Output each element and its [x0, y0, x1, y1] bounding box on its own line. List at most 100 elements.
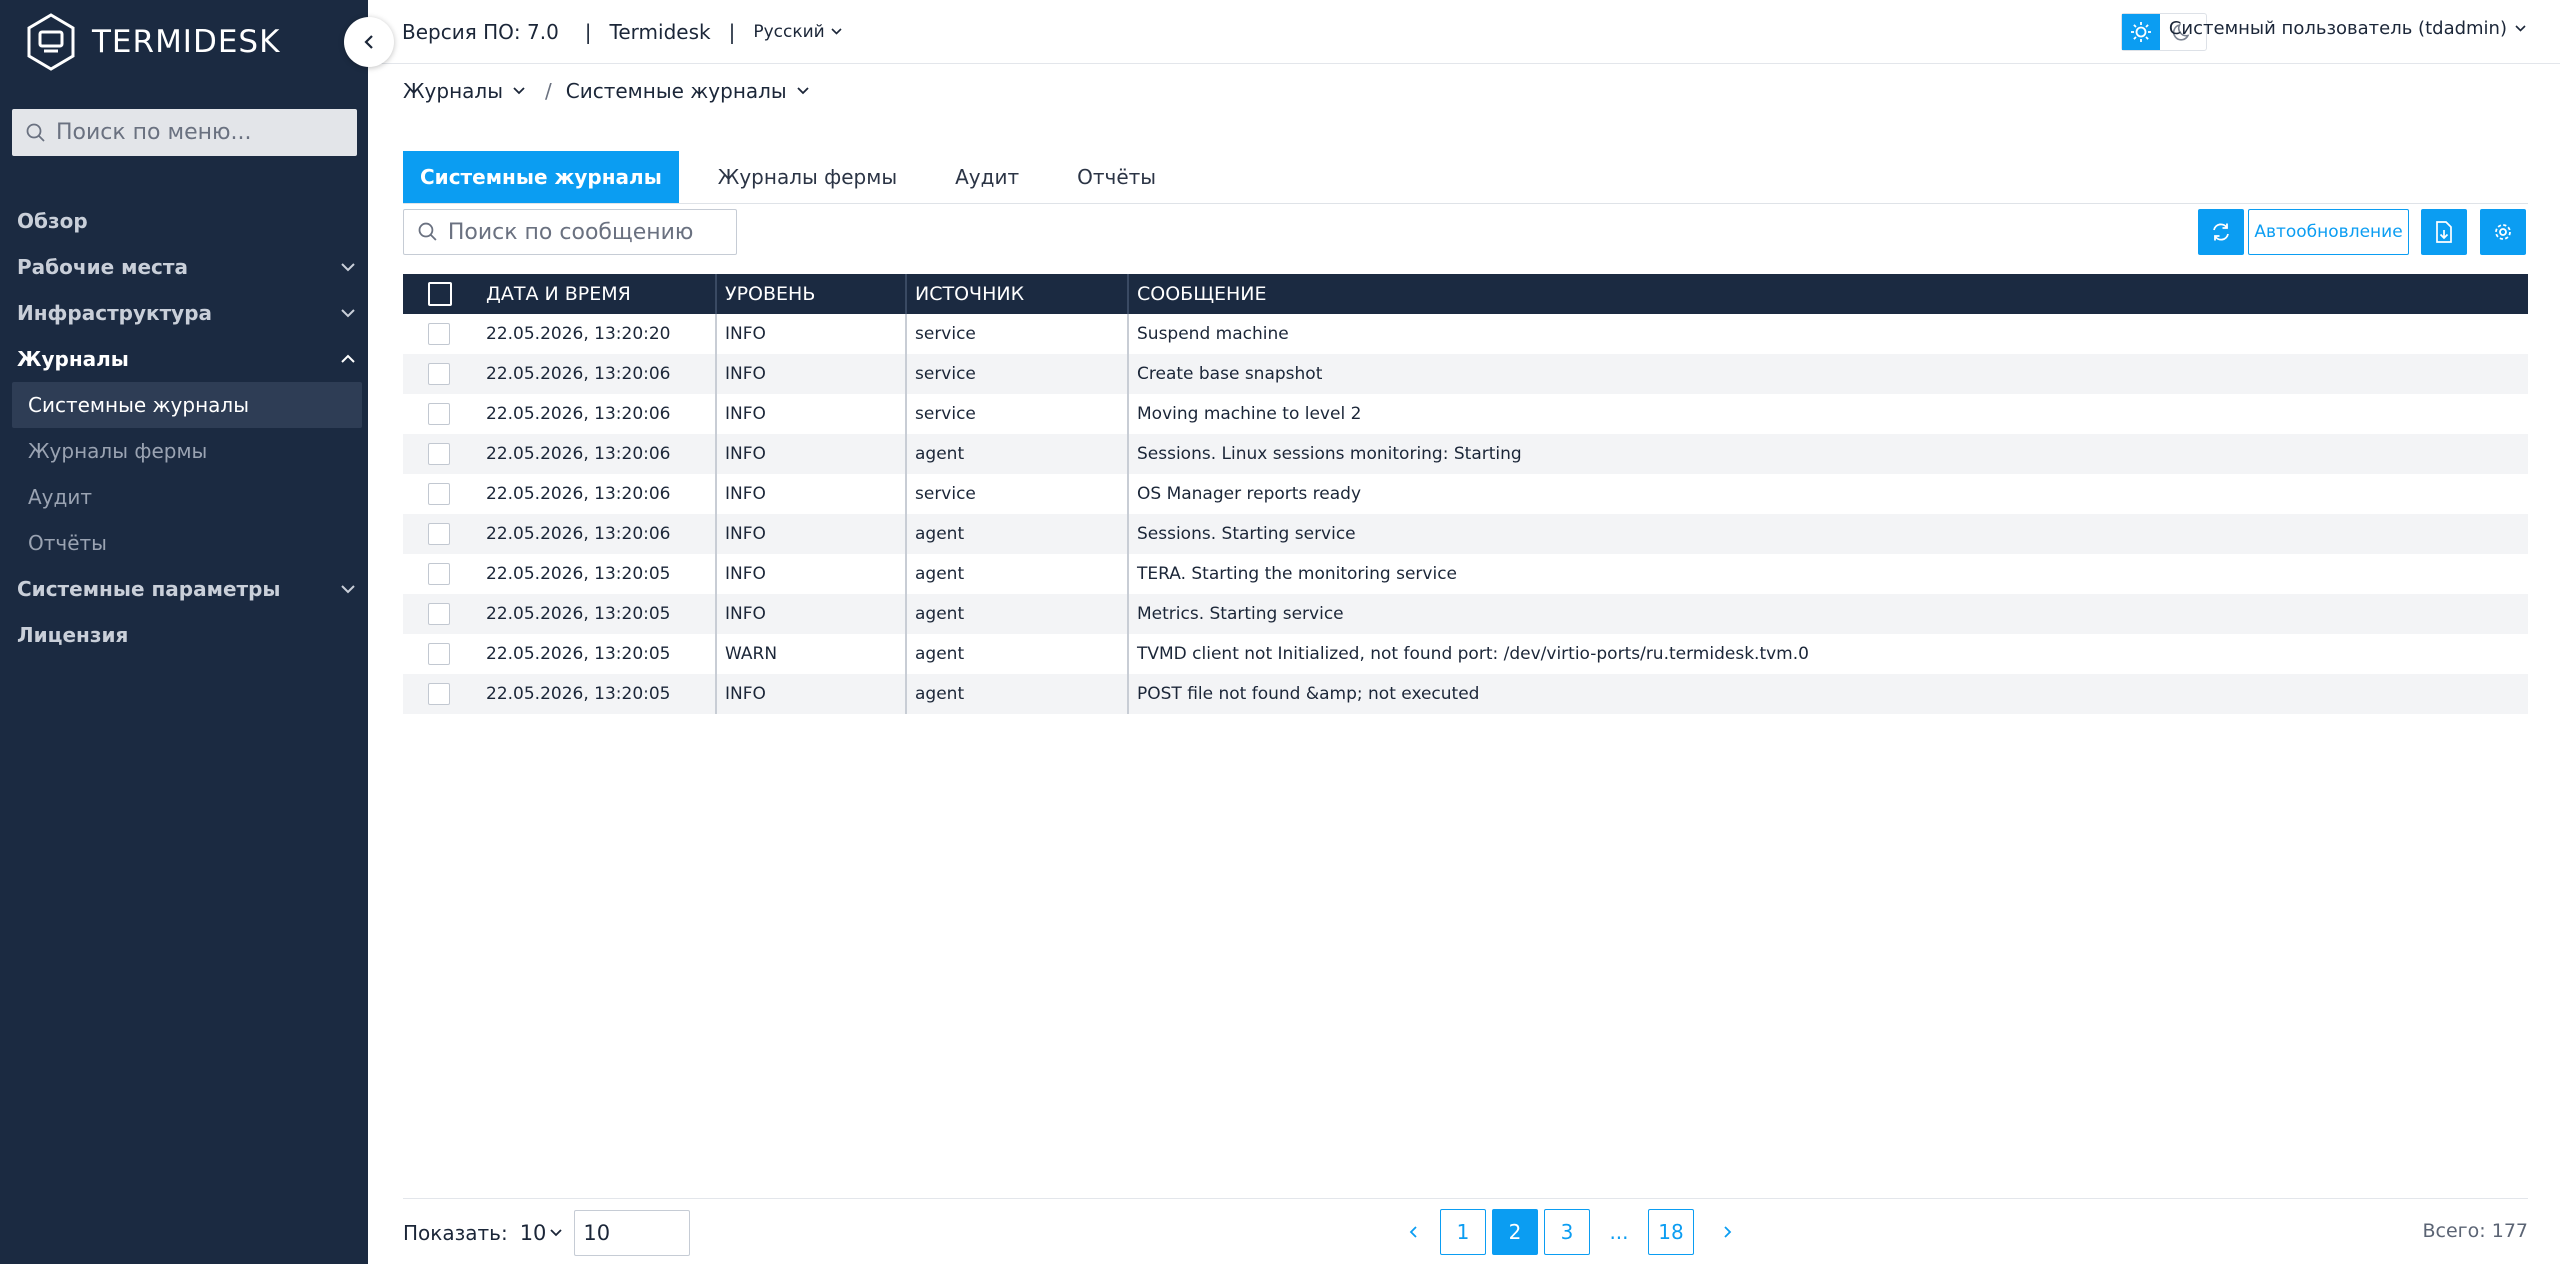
- refresh-button[interactable]: [2198, 209, 2244, 255]
- prev-page-button[interactable]: [1398, 1209, 1428, 1255]
- sidebar-item-overview[interactable]: Обзор: [0, 198, 368, 244]
- sidebar-subitem-label: Отчёты: [28, 531, 107, 555]
- chevron-down-icon: [797, 87, 809, 95]
- row-checkbox[interactable]: [428, 443, 450, 465]
- table-body: 22.05.2026, 13:20:20 INFO service Suspend m…: [403, 314, 2528, 714]
- breadcrumb-system-logs[interactable]: Системные журналы: [566, 79, 809, 103]
- breadcrumb: Журналы / Системные журналы: [403, 77, 809, 105]
- sidebar-item-logs[interactable]: Журналы: [0, 336, 368, 382]
- table-row[interactable]: 22.05.2026, 13:20:06 INFO service Moving ma…: [403, 394, 2528, 434]
- cell-message: Metrics. Starting service: [1127, 594, 2528, 634]
- sun-icon: [2131, 22, 2151, 42]
- page-button-2[interactable]: 2: [1492, 1209, 1538, 1255]
- chevron-down-icon: [550, 1229, 563, 1237]
- export-button[interactable]: [2421, 209, 2467, 255]
- cell-message: TVMD client not Initialized, not found p…: [1127, 634, 2528, 674]
- row-checkbox[interactable]: [428, 603, 450, 625]
- message-search[interactable]: [403, 209, 737, 255]
- user-menu[interactable]: Системный пользователь (tdadmin): [2169, 18, 2526, 39]
- chevron-down-icon: [513, 87, 525, 95]
- sidebar-subitem-system-logs[interactable]: Системные журналы: [12, 382, 362, 428]
- row-checkbox[interactable]: [428, 363, 450, 385]
- cell-source: agent: [905, 674, 1127, 714]
- sidebar-subitem-farm-logs[interactable]: Журналы фермы: [0, 428, 368, 474]
- cell-level: INFO: [715, 354, 905, 394]
- sidebar-subitem-label: Аудит: [28, 485, 92, 509]
- sidebar-subitem-reports[interactable]: Отчёты: [0, 520, 368, 566]
- page-size-input[interactable]: [574, 1210, 691, 1256]
- column-header-level[interactable]: УРОВЕНЬ: [715, 274, 905, 314]
- cell-level: INFO: [715, 394, 905, 434]
- sidebar-subitem-label: Системные журналы: [28, 393, 249, 417]
- sidebar-subitem-audit[interactable]: Аудит: [0, 474, 368, 520]
- sidebar-item-workplaces[interactable]: Рабочие места: [0, 244, 368, 290]
- total-count: Всего: 177: [2422, 1220, 2528, 1242]
- sidebar-item-infrastructure[interactable]: Инфраструктура: [0, 290, 368, 336]
- sidebar-collapse-button[interactable]: [344, 17, 394, 67]
- page-button-3[interactable]: 3: [1544, 1209, 1590, 1255]
- chevron-down-icon: [831, 28, 842, 35]
- row-checkbox[interactable]: [428, 403, 450, 425]
- column-header-source[interactable]: ИСТОЧНИК: [905, 274, 1127, 314]
- cell-date: 22.05.2026, 13:20:06: [486, 524, 671, 544]
- row-checkbox[interactable]: [428, 643, 450, 665]
- column-header-date[interactable]: ДАТА И ВРЕМЯ: [486, 274, 715, 314]
- select-all-checkbox[interactable]: [428, 282, 452, 306]
- cell-source: agent: [905, 514, 1127, 554]
- page-size-select[interactable]: 10: [520, 1221, 563, 1245]
- tab-system-logs[interactable]: Системные журналы: [403, 151, 679, 203]
- light-theme-button[interactable]: [2122, 14, 2160, 50]
- sidebar-item-system-settings[interactable]: Системные параметры: [0, 566, 368, 612]
- cell-message: Sessions. Linux sessions monitoring: Sta…: [1127, 434, 2528, 474]
- tab-audit[interactable]: Аудит: [938, 151, 1036, 203]
- page-button-last[interactable]: 18: [1648, 1209, 1694, 1255]
- file-export-icon: [2436, 221, 2452, 243]
- table-row[interactable]: 22.05.2026, 13:20:06 INFO agent Sessions. S…: [403, 514, 2528, 554]
- row-checkbox[interactable]: [428, 683, 450, 705]
- message-search-input[interactable]: [447, 219, 736, 245]
- breadcrumb-logs[interactable]: Журналы: [403, 79, 525, 103]
- tab-reports[interactable]: Отчёты: [1060, 151, 1173, 203]
- version-label: Версия ПО: 7.0: [402, 19, 559, 44]
- table-row[interactable]: 22.05.2026, 13:20:05 WARN agent TVMD client…: [403, 634, 2528, 674]
- sidebar-item-license[interactable]: Лицензия: [0, 612, 368, 658]
- table-row[interactable]: 22.05.2026, 13:20:05 INFO agent POST file n…: [403, 674, 2528, 714]
- chevron-up-icon: [341, 354, 355, 363]
- topbar-separator: |: [728, 19, 736, 44]
- column-header-message[interactable]: СООБЩЕНИЕ: [1127, 274, 2528, 314]
- tab-farm-logs[interactable]: Журналы фермы: [701, 151, 914, 203]
- logs-table: ДАТА И ВРЕМЯ УРОВЕНЬ ИСТОЧНИК СООБЩЕНИЕ …: [403, 274, 2528, 714]
- breadcrumb-label: Журналы: [403, 79, 503, 103]
- table-row[interactable]: 22.05.2026, 13:20:05 INFO agent TERA. Start…: [403, 554, 2528, 594]
- cell-level: INFO: [715, 674, 905, 714]
- sidebar-item-label: Системные параметры: [17, 577, 281, 601]
- cell-message: Suspend machine: [1127, 314, 2528, 354]
- cell-source: agent: [905, 434, 1127, 474]
- cell-source: service: [905, 474, 1127, 514]
- row-checkbox[interactable]: [428, 563, 450, 585]
- cell-date: 22.05.2026, 13:20:05: [486, 644, 671, 664]
- language-select[interactable]: Русский: [753, 22, 842, 42]
- table-row[interactable]: 22.05.2026, 13:20:05 INFO agent Metrics. St…: [403, 594, 2528, 634]
- chevron-down-icon: [2515, 25, 2526, 32]
- table-row[interactable]: 22.05.2026, 13:20:06 INFO agent Sessions. L…: [403, 434, 2528, 474]
- table-row[interactable]: 22.05.2026, 13:20:06 INFO service Create ba…: [403, 354, 2528, 394]
- menu-search[interactable]: [12, 109, 357, 156]
- sidebar: TERMIDESK Обзор Рабочие места Инфраструк…: [0, 0, 368, 1264]
- product-name: Termidesk: [609, 19, 711, 44]
- menu-search-input[interactable]: [56, 120, 346, 145]
- next-page-button[interactable]: [1712, 1209, 1742, 1255]
- autorefresh-button[interactable]: Автообновление: [2248, 209, 2409, 255]
- table-row[interactable]: 22.05.2026, 13:20:06 INFO service OS Manage…: [403, 474, 2528, 514]
- settings-button[interactable]: [2480, 209, 2526, 255]
- row-checkbox[interactable]: [428, 323, 450, 345]
- termidesk-logo-icon: [27, 13, 75, 71]
- row-checkbox[interactable]: [428, 523, 450, 545]
- cell-source: service: [905, 394, 1127, 434]
- page-button-1[interactable]: 1: [1440, 1209, 1486, 1255]
- table-row[interactable]: 22.05.2026, 13:20:20 INFO service Suspend m…: [403, 314, 2528, 354]
- sidebar-item-label: Инфраструктура: [17, 301, 213, 325]
- cell-date: 22.05.2026, 13:20:06: [486, 444, 671, 464]
- row-checkbox[interactable]: [428, 483, 450, 505]
- logo[interactable]: TERMIDESK: [26, 12, 280, 72]
